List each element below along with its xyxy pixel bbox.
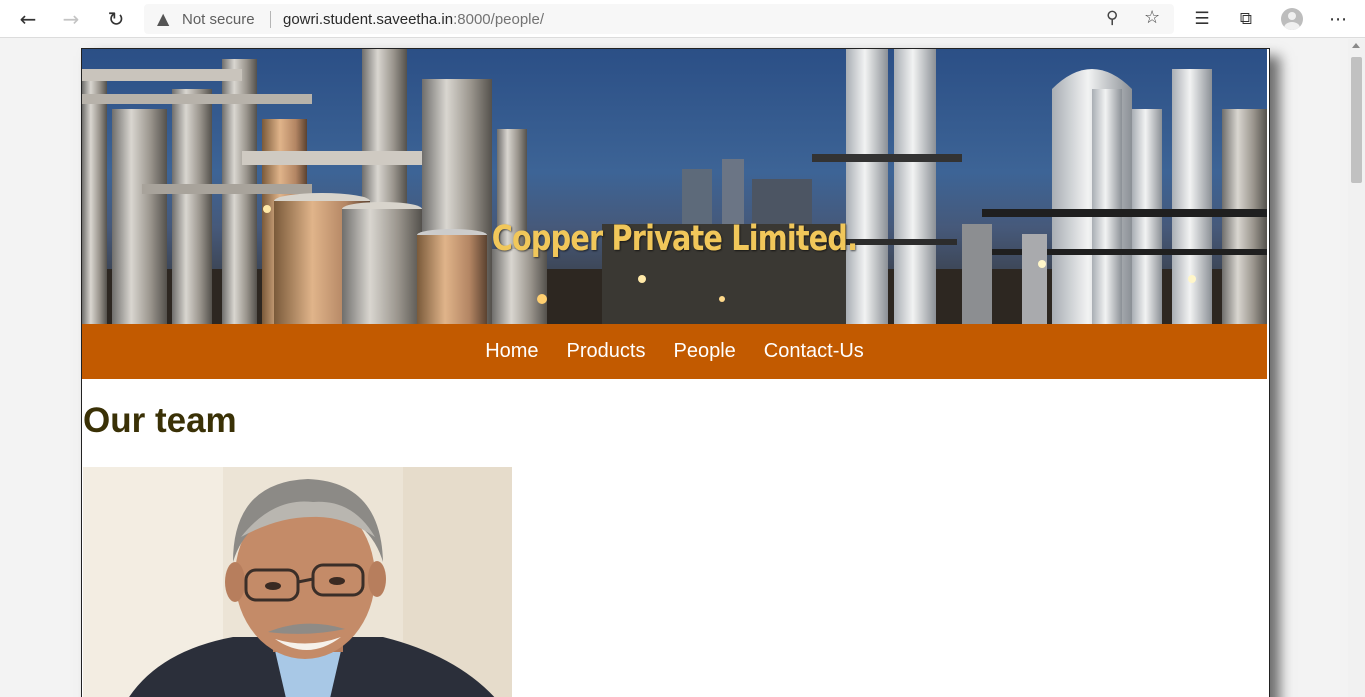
profile-avatar[interactable] [1281,8,1303,30]
security-label[interactable]: Not secure [182,11,255,28]
collections-icon[interactable]: ⧉ [1230,4,1262,34]
url-host: gowri.student.saveetha.in [283,11,454,28]
scroll-up-icon[interactable] [1352,43,1360,48]
banner: Copper Private Limited. [82,49,1267,324]
nav-products[interactable]: Products [567,340,646,363]
nav-contact-us[interactable]: Contact-Us [764,340,864,363]
vertical-scrollbar[interactable] [1348,39,1365,697]
address-separator [270,11,271,28]
page-viewport: Copper Private Limited. Home Products Pe… [0,39,1348,697]
address-bar[interactable]: ▲ Not secure gowri.student.saveetha.in:8… [144,4,1174,34]
site-container: Copper Private Limited. Home Products Pe… [81,48,1270,697]
back-icon[interactable]: ← [12,4,44,34]
refinery-banner-image [82,49,1267,324]
nav-home[interactable]: Home [485,340,538,363]
favorites-list-icon[interactable]: ☰ [1186,4,1218,34]
scrollbar-thumb[interactable] [1351,57,1362,183]
team-member-photo [83,467,512,697]
banner-title: Copper Private Limited. [491,219,858,259]
url-path: :8000/people/ [453,11,545,28]
browser-toolbar: ← → ↻ ▲ Not secure gowri.student.saveeth… [0,0,1365,38]
nav-people[interactable]: People [673,340,735,363]
page-heading: Our team [83,401,237,440]
more-icon[interactable]: ⋯ [1322,4,1354,34]
url-text[interactable]: gowri.student.saveetha.in:8000/people/ [283,11,544,28]
forward-icon[interactable]: → [55,4,87,34]
favorite-star-icon[interactable]: ☆ [1144,7,1160,28]
main-nav: Home Products People Contact-Us [82,324,1267,379]
warning-icon[interactable]: ▲ [157,9,169,28]
zoom-icon[interactable]: ⚲ [1106,8,1118,28]
refresh-icon[interactable]: ↻ [100,4,132,34]
